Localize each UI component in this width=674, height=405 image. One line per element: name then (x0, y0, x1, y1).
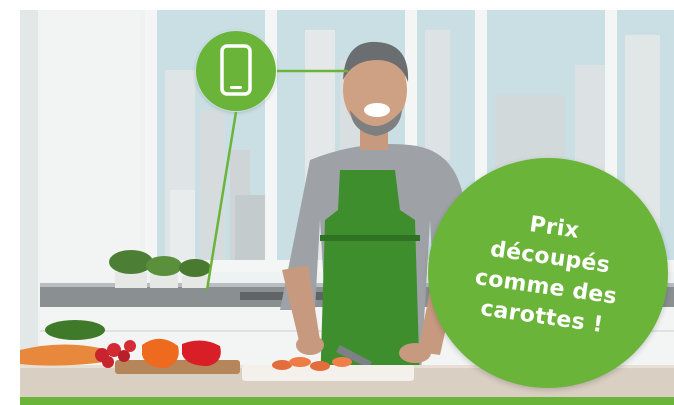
promo-circle: Prix découpés comme des carottes ! (428, 158, 668, 388)
promo-slogan: Prix découpés comme des carottes ! (413, 142, 674, 403)
bottom-green-bar (20, 397, 674, 405)
promo-banner: Prix découpés comme des carottes ! (0, 0, 674, 405)
